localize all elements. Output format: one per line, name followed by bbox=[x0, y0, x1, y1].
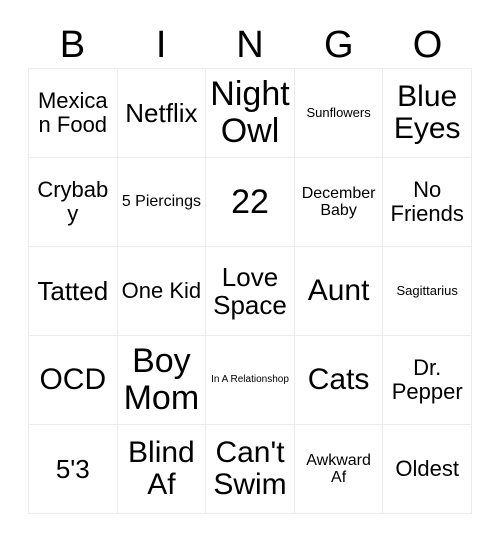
bingo-cell-r3c1[interactable]: Tatted bbox=[29, 247, 118, 336]
bingo-cell-r4c3[interactable]: In A Relationshop bbox=[206, 336, 295, 425]
bingo-header-letter-b: B bbox=[59, 24, 86, 66]
bingo-cell-label: Cats bbox=[307, 362, 370, 396]
bingo-cell-r4c5[interactable]: Dr. Pepper bbox=[383, 336, 472, 425]
bingo-cell-label: 22 bbox=[231, 182, 269, 221]
bingo-cell-r5c4[interactable]: Awkward Af bbox=[294, 425, 384, 514]
bingo-cell-r5c1[interactable]: 5'3 bbox=[29, 425, 118, 514]
bingo-card: B I N G O Mexican Food Netflix Night Owl… bbox=[0, 0, 500, 544]
bingo-cell-r2c2[interactable]: 5 Piercings bbox=[117, 158, 207, 247]
bingo-cell-r4c4[interactable]: Cats bbox=[294, 336, 384, 425]
bingo-cell-label: OCD bbox=[39, 362, 107, 396]
bingo-cell-r3c3[interactable]: Love Space bbox=[206, 247, 295, 336]
bingo-cell-label: In A Relationshop bbox=[211, 373, 289, 385]
bingo-cell-label: Night Owl bbox=[210, 75, 290, 150]
bingo-cell-r1c1[interactable]: Mexican Food bbox=[29, 69, 118, 158]
bingo-cell-r1c5[interactable]: Blue Eyes bbox=[383, 69, 472, 158]
bingo-cell-r1c2[interactable]: Netflix bbox=[117, 69, 207, 158]
bingo-header-letter-i: I bbox=[155, 24, 167, 66]
bingo-cell-r3c4[interactable]: Aunt bbox=[294, 247, 384, 336]
bingo-header-letter-g: G bbox=[324, 24, 354, 66]
bingo-header-letter-n: N bbox=[236, 24, 264, 66]
bingo-cell-label: Love Space bbox=[213, 261, 287, 320]
bingo-cell-label: December Baby bbox=[301, 184, 376, 219]
bingo-cell-r3c5[interactable]: Sagittarius bbox=[383, 247, 472, 336]
bingo-cell-label: Boy Mom bbox=[123, 342, 200, 417]
bingo-cell-label: Crybaby bbox=[37, 177, 109, 226]
bingo-cell-label: Aunt bbox=[307, 273, 370, 307]
bingo-cell-label: Sagittarius bbox=[396, 282, 458, 298]
bingo-cell-label: Dr. Pepper bbox=[391, 355, 463, 404]
bingo-cell-r2c1[interactable]: Crybaby bbox=[29, 158, 118, 247]
bingo-cell-r1c4[interactable]: Sunflowers bbox=[294, 69, 384, 158]
bingo-cell-r5c2[interactable]: Blind Af bbox=[117, 425, 207, 514]
bingo-cell-label: 5'3 bbox=[55, 453, 90, 484]
bingo-cell-label: Can't Swim bbox=[213, 435, 287, 501]
bingo-cell-label: Oldest bbox=[395, 456, 459, 482]
bingo-cell-r2c3[interactable]: 22 bbox=[206, 158, 295, 247]
bingo-cell-r3c2[interactable]: One Kid bbox=[117, 247, 207, 336]
bingo-cell-r4c1[interactable]: OCD bbox=[29, 336, 118, 425]
bingo-cell-r5c5[interactable]: Oldest bbox=[383, 425, 472, 514]
bingo-cell-label: No Friends bbox=[390, 177, 464, 226]
bingo-cell-r1c3[interactable]: Night Owl bbox=[206, 69, 295, 158]
bingo-cell-r2c4[interactable]: December Baby bbox=[294, 158, 384, 247]
bingo-cell-r2c5[interactable]: No Friends bbox=[383, 158, 472, 247]
bingo-cell-label: Sunflowers bbox=[306, 104, 371, 120]
bingo-header-row: B I N G O bbox=[28, 22, 472, 68]
bingo-cell-r4c2[interactable]: Boy Mom bbox=[117, 336, 207, 425]
bingo-cell-label: Blue Eyes bbox=[393, 79, 461, 145]
bingo-grid: Mexican Food Netflix Night Owl Sunflower… bbox=[28, 68, 472, 514]
bingo-cell-label: 5 Piercings bbox=[121, 193, 201, 211]
bingo-header-letter-o: O bbox=[412, 24, 443, 66]
bingo-cell-r5c3[interactable]: Can't Swim bbox=[206, 425, 295, 514]
bingo-cell-label: Netflix bbox=[125, 97, 198, 128]
bingo-cell-label: One Kid bbox=[121, 278, 202, 304]
bingo-cell-label: Awkward Af bbox=[306, 451, 371, 486]
bingo-cell-label: Mexican Food bbox=[37, 88, 108, 137]
bingo-cell-label: Tatted bbox=[37, 275, 109, 306]
bingo-cell-label: Blind Af bbox=[128, 435, 195, 501]
